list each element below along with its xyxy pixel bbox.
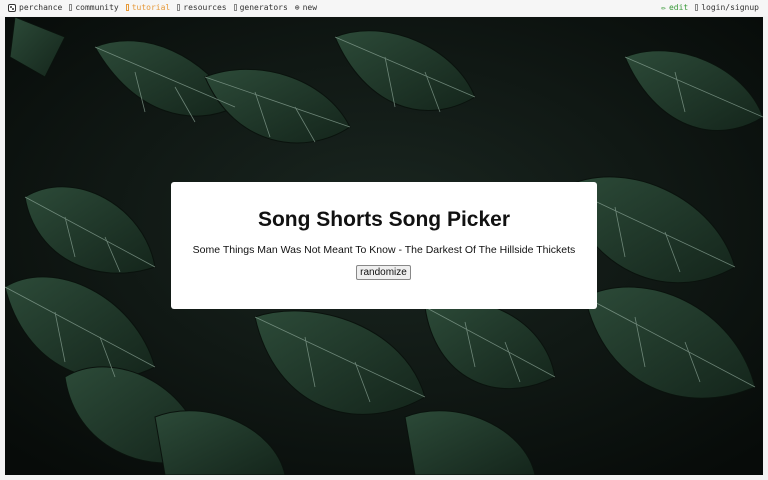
link-icon	[177, 4, 181, 11]
nav-edit-label: edit	[668, 3, 689, 12]
nav-right-group: ✏ edit login/signup	[661, 3, 759, 12]
nav-login-link[interactable]: login/signup	[695, 3, 759, 12]
nav-generators-label: generators	[239, 3, 288, 12]
nav-community-link[interactable]: community	[69, 3, 119, 12]
generator-frame: Song Shorts Song Picker Some Things Man …	[5, 17, 763, 475]
chat-icon	[69, 4, 73, 11]
generator-output: Some Things Man Was Not Meant To Know - …	[192, 244, 576, 256]
pencil-icon: ✏	[661, 2, 666, 12]
dice-icon	[8, 3, 16, 12]
nav-tutorial-link[interactable]: tutorial	[125, 3, 171, 12]
plus-circle-icon: ⊕	[294, 2, 300, 12]
nav-left-group: perchance community tutorial resources g…	[8, 3, 317, 12]
nav-resources-link[interactable]: resources	[177, 3, 227, 12]
nav-new-label: new	[302, 3, 318, 12]
nav-edit-link[interactable]: ✏ edit	[661, 3, 688, 12]
generator-title: Song Shorts Song Picker	[257, 208, 511, 231]
nav-login-label: login/signup	[701, 3, 759, 12]
nav-resources-label: resources	[183, 3, 227, 12]
nav-new-link[interactable]: ⊕ new	[295, 3, 317, 12]
grid-icon	[233, 4, 237, 11]
nav-perchance-link[interactable]: perchance	[8, 3, 62, 12]
top-nav-bar: perchance community tutorial resources g…	[0, 0, 768, 16]
user-icon	[695, 4, 699, 11]
nav-tutorial-label: tutorial	[131, 3, 171, 12]
generator-card: Song Shorts Song Picker Some Things Man …	[171, 182, 597, 309]
nav-community-label: community	[75, 3, 119, 12]
nav-generators-link[interactable]: generators	[233, 3, 288, 12]
nav-perchance-label: perchance	[19, 3, 63, 12]
randomize-button[interactable]: randomize	[356, 265, 411, 280]
book-icon	[125, 4, 129, 11]
